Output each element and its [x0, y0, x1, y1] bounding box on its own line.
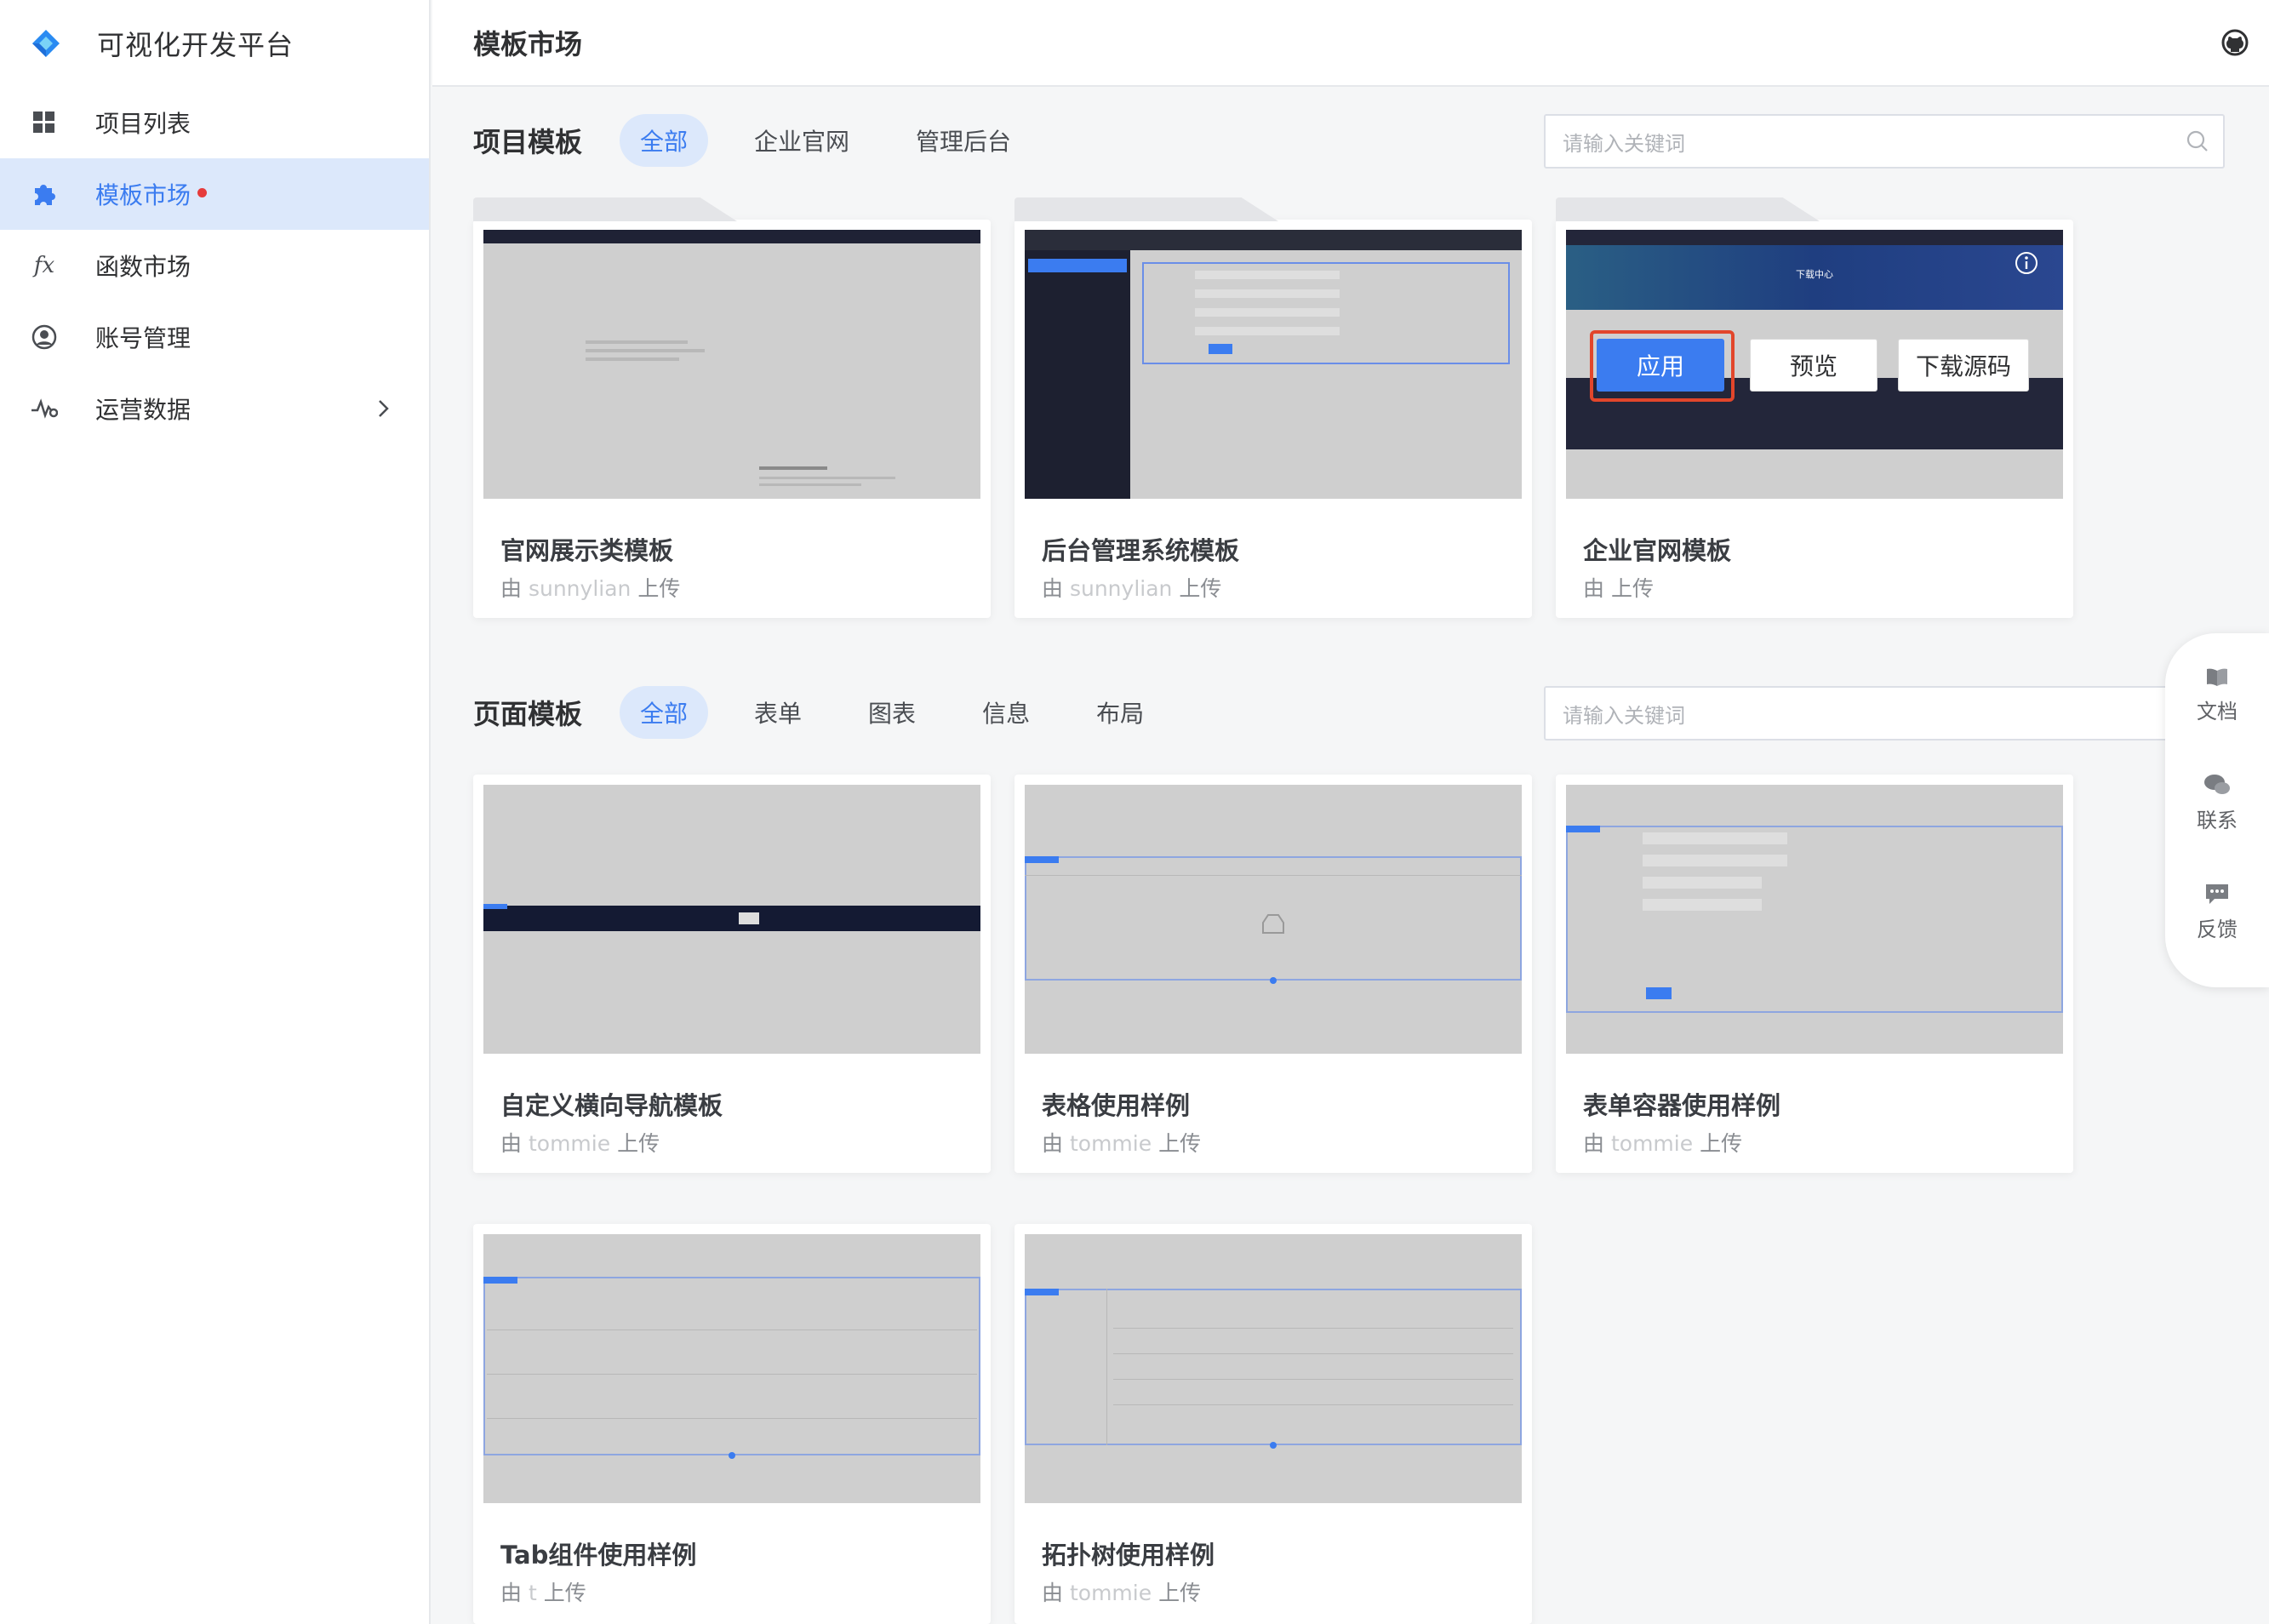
template-card-hovered[interactable]: 下载中心 应用 预览 下载源码 企业官网模板 由 上传 — [1556, 197, 2073, 618]
tab-info[interactable]: 信息 — [962, 686, 1050, 739]
float-item-feedback[interactable]: 反馈 — [2165, 882, 2269, 942]
card-title: 表格使用样例 — [1042, 1091, 1191, 1120]
page-search-input[interactable]: 请输入关键词 — [1544, 686, 2225, 741]
download-source-button[interactable]: 下载源码 — [1898, 339, 2029, 392]
card-uploader: 由 上传 — [1583, 576, 1654, 601]
card-title: 拓扑树使用样例 — [1042, 1541, 1215, 1570]
function-icon: fx — [33, 253, 55, 278]
template-thumbnail — [483, 1234, 980, 1503]
card-title: Tab组件使用样例 — [500, 1541, 697, 1570]
sidebar-item-operations[interactable]: 运营数据 — [0, 373, 429, 444]
template-card[interactable]: 后台管理系统模板 由 sunnylian 上传 — [1014, 197, 1532, 618]
template-card[interactable]: 自定义横向导航模板 由 tommie 上传 — [473, 775, 991, 1173]
project-section-head: 项目模板 全部 企业官网 管理后台 — [473, 114, 1057, 167]
search-icon[interactable] — [2186, 129, 2209, 153]
sidebar-item-accounts[interactable]: 账号管理 — [0, 301, 429, 373]
user-icon — [31, 323, 58, 351]
card-uploader: 由 sunnylian 上传 — [1042, 576, 1222, 601]
tab-corporate[interactable]: 企业官网 — [734, 114, 870, 167]
template-card[interactable]: 官网展示类模板 由 sunnylian 上传 — [473, 197, 991, 618]
sidebar-item-label: 账号管理 — [95, 324, 191, 352]
template-thumbnail — [483, 785, 980, 1054]
float-item-contact[interactable]: 联系 — [2165, 773, 2269, 833]
card-title: 自定义横向导航模板 — [500, 1091, 723, 1120]
template-card[interactable]: 拓扑树使用样例 由 tommie 上传 — [1014, 1224, 1532, 1624]
thumb-title: 下载中心 — [1796, 269, 1833, 280]
sidebar-item-label: 模板市场 — [95, 181, 191, 209]
search-placeholder: 请输入关键词 — [1563, 703, 1685, 728]
sidebar-item-templates[interactable]: 模板市场 — [0, 158, 429, 230]
sidebar-item-projects[interactable]: 项目列表 — [0, 87, 429, 158]
chart-icon — [31, 395, 58, 422]
info-icon[interactable] — [2014, 250, 2039, 279]
logo-icon — [29, 26, 63, 60]
template-thumbnail — [1566, 785, 2063, 1054]
template-thumbnail — [1025, 1234, 1522, 1503]
card-tab — [1556, 197, 1820, 221]
card-tab — [1014, 197, 1278, 221]
project-search-input[interactable]: 请输入关键词 — [1544, 114, 2225, 169]
card-tab — [473, 197, 737, 221]
template-thumbnail — [1025, 230, 1522, 499]
card-uploader: 由 tommie 上传 — [1042, 1131, 1202, 1156]
card-title: 企业官网模板 — [1583, 536, 1732, 565]
section-title: 页面模板 — [473, 698, 583, 730]
card-title: 后台管理系统模板 — [1042, 536, 1240, 565]
card-title: 表单容器使用样例 — [1583, 1091, 1781, 1120]
card-uploader: 由 tommie 上传 — [1583, 1131, 1743, 1156]
sidebar-item-label: 项目列表 — [95, 110, 191, 138]
card-uploader: 由 tommie 上传 — [500, 1131, 660, 1156]
card-uploader: 由 sunnylian 上传 — [500, 576, 681, 601]
brand-title: 可视化开发平台 — [97, 29, 294, 61]
card-title: 官网展示类模板 — [500, 536, 674, 565]
template-card[interactable]: 表格使用样例 由 tommie 上传 — [1014, 775, 1532, 1173]
template-card[interactable]: 表单容器使用样例 由 tommie 上传 — [1556, 775, 2073, 1173]
tab-admin[interactable]: 管理后台 — [895, 114, 1032, 167]
notification-dot — [197, 187, 208, 197]
book-icon — [2207, 668, 2227, 686]
highlight-box — [1590, 330, 1735, 402]
search-placeholder: 请输入关键词 — [1563, 131, 1685, 156]
puzzle-icon — [31, 180, 58, 208]
preview-button[interactable]: 预览 — [1750, 339, 1877, 392]
tab-chart[interactable]: 图表 — [848, 686, 936, 739]
floating-help-bar: 文档 联系 反馈 — [2165, 633, 2269, 987]
chevron-right-icon — [371, 397, 395, 420]
sidebar-item-label: 函数市场 — [95, 253, 191, 281]
card-uploader: 由 t 上传 — [500, 1581, 586, 1605]
template-thumbnail — [483, 230, 980, 499]
page-header: 模板市场 — [432, 0, 2269, 87]
template-thumbnail — [1025, 785, 1522, 1054]
sidebar-item-label: 运营数据 — [95, 396, 191, 424]
sidebar-item-functions[interactable]: fx 函数市场 — [0, 230, 429, 301]
sidebar: 可视化开发平台 项目列表 模板市场 fx 函数市场 账号管理 运营数据 — [0, 0, 431, 1624]
feedback-icon — [2206, 884, 2228, 904]
chat-icon — [2204, 775, 2230, 794]
float-item-docs[interactable]: 文档 — [2165, 666, 2269, 724]
template-card[interactable]: Tab组件使用样例 由 t 上传 — [473, 1224, 991, 1624]
card-uploader: 由 tommie 上传 — [1042, 1581, 1202, 1605]
page-section-head: 页面模板 全部 表单 图表 信息 布局 — [473, 686, 1190, 739]
tab-all[interactable]: 全部 — [620, 114, 709, 167]
section-title: 项目模板 — [473, 126, 583, 158]
github-icon[interactable] — [2221, 29, 2249, 56]
brand[interactable]: 可视化开发平台 — [0, 0, 429, 87]
grid-icon — [31, 109, 58, 136]
page-title: 模板市场 — [473, 28, 583, 60]
tab-form[interactable]: 表单 — [734, 686, 822, 739]
tab-all[interactable]: 全部 — [620, 686, 709, 739]
tab-layout[interactable]: 布局 — [1076, 686, 1164, 739]
